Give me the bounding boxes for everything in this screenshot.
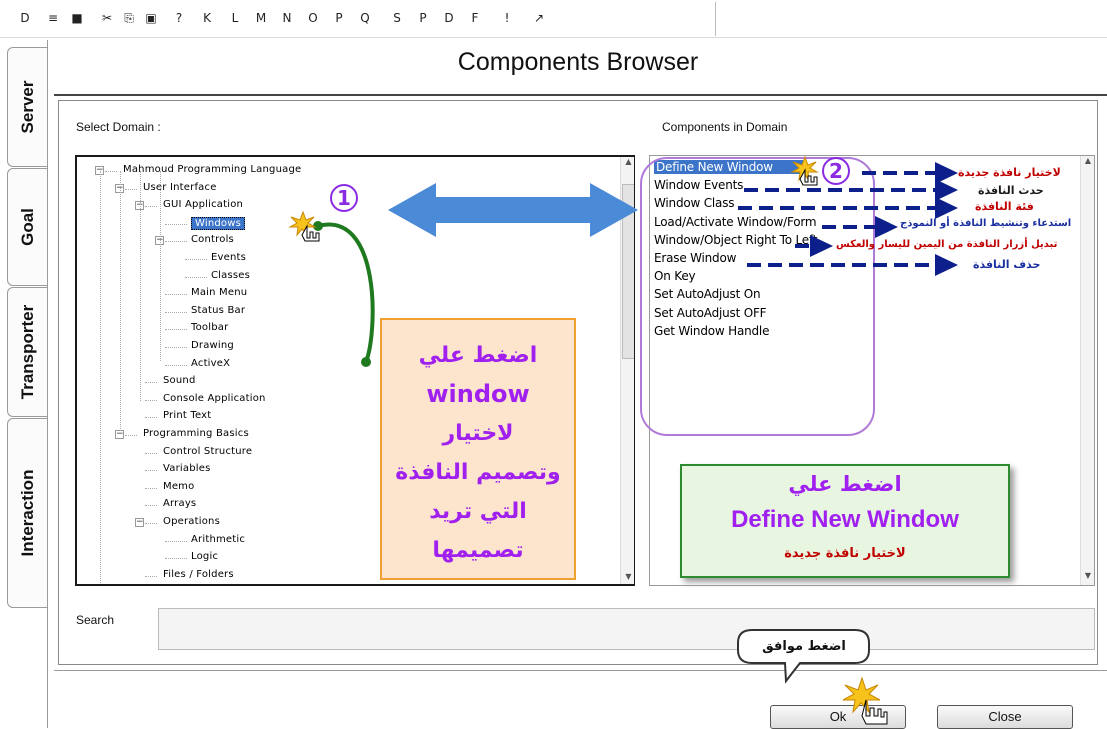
orange-line-6: تصميمها	[432, 538, 524, 563]
green-box-sub: لاختيار نافذة جديدة	[784, 546, 906, 561]
orange-line-4: وتصميم النافذة	[395, 460, 561, 485]
label-define-arabic: لاختيار نافذة جديدة	[958, 166, 1061, 179]
green-instruction-box: اضغط علي Define New Window لاختيار نافذة…	[680, 464, 1010, 578]
components-highlight	[640, 157, 875, 436]
green-connector-curve	[317, 222, 375, 363]
orange-instruction-box: اضغط علي window لاختيار وتصميم النافذة ا…	[380, 318, 576, 580]
step-1-badge: 1	[330, 184, 358, 212]
orange-line-5: التي تريد	[429, 499, 527, 524]
label-erase-arabic: حذف النافذة	[973, 258, 1041, 271]
callout-bubble	[737, 629, 870, 684]
orange-line-1: اضغط علي	[418, 343, 538, 368]
double-arrow-icon	[388, 183, 638, 237]
label-events-arabic: حدث النافذة	[978, 184, 1044, 197]
label-load-arabic: استدعاء وتنشيط النافذة أو النموذج	[900, 218, 1072, 229]
step-2-badge: 2	[822, 157, 850, 185]
label-class-arabic: فئة النافذة	[975, 200, 1034, 213]
green-box-title: اضغط علي	[788, 472, 902, 496]
label-rtl-arabic: تبديل أزرار النافذة من اليمين لليسار وال…	[836, 239, 1058, 250]
ok-click-burst-icon	[842, 676, 881, 714]
orange-instruction-text: اضغط علي window لاختيار وتصميم النافذة ا…	[382, 336, 574, 570]
green-box-main: Define New Window	[731, 506, 959, 533]
green-connector-start	[313, 221, 323, 231]
green-connector-end	[361, 357, 371, 367]
callout-text: اضغط موافق	[762, 639, 846, 654]
orange-line-3: لاختيار	[442, 421, 514, 446]
orange-line-2: window	[426, 380, 530, 408]
